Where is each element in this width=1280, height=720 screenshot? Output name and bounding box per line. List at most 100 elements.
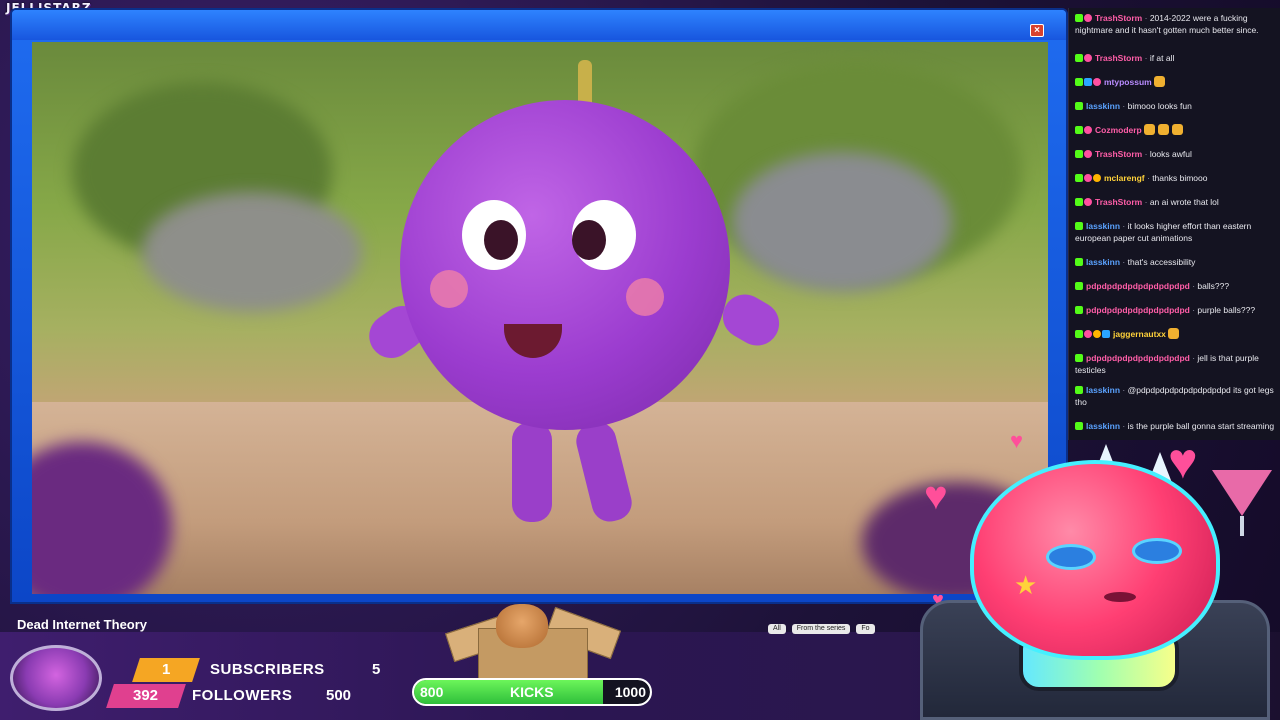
chat-text: looks awful xyxy=(1149,149,1192,159)
chat-username[interactable]: mclarengf xyxy=(1104,173,1145,183)
k-badge-icon xyxy=(1075,126,1083,134)
kicks-goal-bar: 800 KICKS 1000 xyxy=(412,678,652,706)
chat-username[interactable]: TrashStorm xyxy=(1095,13,1142,23)
chat-username[interactable]: lasskinn xyxy=(1086,385,1120,395)
video-title: Dead Internet Theory xyxy=(17,617,148,632)
star-badge-icon xyxy=(1084,14,1092,22)
chat-badges xyxy=(1075,256,1084,268)
chat-message: mclarengf · thanks bimooo xyxy=(1075,172,1277,184)
chat-text: an ai wrote that lol xyxy=(1149,197,1219,207)
chat-username[interactable]: TrashStorm xyxy=(1095,53,1142,63)
chat-text: balls??? xyxy=(1197,281,1230,291)
chat-username[interactable]: TrashStorm xyxy=(1095,149,1142,159)
k-badge-icon xyxy=(1075,102,1083,110)
gold-badge-icon xyxy=(1093,174,1101,182)
chat-message: lasskinn · bimooo looks fun xyxy=(1075,100,1277,112)
rock-shape xyxy=(732,152,952,292)
chat-badges xyxy=(1075,172,1102,184)
chat-message: pdpdpdpdpdpdpdpdpdpd · balls??? xyxy=(1075,280,1277,292)
chat-text: purple balls??? xyxy=(1197,305,1256,315)
chat-badges xyxy=(1075,52,1093,64)
k-badge-icon xyxy=(1075,330,1083,338)
k-badge-icon xyxy=(1075,222,1083,230)
kicks-current: 800 xyxy=(420,684,444,700)
kicks-goal-value: 1000 xyxy=(614,684,646,700)
glass-bowl xyxy=(1212,470,1272,516)
subscribers-goal-value: 5 xyxy=(372,661,381,678)
k-badge-icon xyxy=(1075,174,1083,182)
k-badge-icon xyxy=(1075,150,1083,158)
slime-robot-mascot: ♥ ♥ ♥ ♥ ★ xyxy=(900,430,1280,720)
chat-message: mtypossum xyxy=(1075,76,1277,88)
chat-username[interactable]: pdpdpdpdpdpdpdpdpdpd xyxy=(1086,281,1190,291)
subscribers-count-badge: 1 xyxy=(132,658,200,682)
close-icon[interactable]: × xyxy=(1030,24,1044,37)
k-badge-icon xyxy=(1075,258,1083,266)
slime-character: ★ xyxy=(970,460,1220,660)
chip-all[interactable]: All xyxy=(768,624,786,634)
followers-goal-value: 500 xyxy=(326,687,352,704)
subscribers-goal: 1 SUBSCRIBERS 5 xyxy=(130,658,400,682)
chat-username[interactable]: TrashStorm xyxy=(1095,197,1142,207)
chat-badges xyxy=(1075,384,1084,396)
chat-username[interactable]: mtypossum xyxy=(1104,77,1152,87)
star-badge-icon xyxy=(1093,78,1101,86)
character-cheek xyxy=(430,270,468,308)
character-pupil xyxy=(484,220,518,260)
chat-separator: · xyxy=(1120,385,1128,395)
chat-badges xyxy=(1075,220,1084,232)
chat-badges xyxy=(1075,12,1093,24)
chat-message: Cozmoderp xyxy=(1075,124,1277,136)
followers-goal: 392 FOLLOWERS 500 xyxy=(104,684,404,708)
chip-more[interactable]: Fo xyxy=(856,624,875,634)
star-badge-icon xyxy=(1084,126,1092,134)
k-badge-icon xyxy=(1075,282,1083,290)
kicks-label: KICKS xyxy=(510,684,554,700)
k-badge-icon xyxy=(1075,306,1083,314)
emote-icon xyxy=(1158,124,1170,135)
followers-label: FOLLOWERS xyxy=(192,687,293,704)
chat-separator: · xyxy=(1120,101,1128,111)
chat-separator: · xyxy=(1120,257,1128,267)
star-badge-icon xyxy=(1084,150,1092,158)
chat-badges xyxy=(1075,196,1093,208)
chat-message: pdpdpdpdpdpdpdpdpdpd · jell is that purp… xyxy=(1075,352,1277,376)
chat-message: TrashStorm · an ai wrote that lol xyxy=(1075,196,1277,208)
chat-badges xyxy=(1075,280,1084,292)
rock-shape xyxy=(142,192,362,312)
character-leg xyxy=(512,422,552,522)
star-badge-icon xyxy=(1084,54,1092,62)
chat-message: TrashStorm · 2014-2022 were a fucking ni… xyxy=(1075,12,1277,36)
chat-message: lasskinn · @pdpdpdpdpdpdpdpdpdpd its got… xyxy=(1075,384,1277,408)
stream-overlay: JELLISTARZ × TrashStorm xyxy=(0,0,1280,720)
chat-message: pdpdpdpdpdpdpdpdpdpd · purple balls??? xyxy=(1075,304,1277,316)
chat-separator: · xyxy=(1120,221,1128,231)
purple-ball-character xyxy=(400,100,730,430)
chat-username[interactable]: lasskinn xyxy=(1086,101,1120,111)
chat-text: thanks bimooo xyxy=(1152,173,1208,183)
chat-username[interactable]: pdpdpdpdpdpdpdpdpdpd xyxy=(1086,305,1190,315)
blue-badge-icon xyxy=(1102,330,1110,338)
chat-message: lasskinn · that's accessibility xyxy=(1075,256,1277,268)
chat-username[interactable]: lasskinn xyxy=(1086,221,1120,231)
streamer-avatar xyxy=(10,645,102,711)
chat-badges xyxy=(1075,148,1093,160)
k-badge-icon xyxy=(1075,422,1083,430)
k-badge-icon xyxy=(1075,198,1083,206)
cat-in-box-image xyxy=(445,598,622,684)
followers-count-badge: 392 xyxy=(106,684,186,708)
k-badge-icon xyxy=(1075,386,1083,394)
chat-username[interactable]: lasskinn xyxy=(1086,257,1120,267)
chat-username[interactable]: Cozmoderp xyxy=(1095,125,1142,135)
chat-panel: TrashStorm · 2014-2022 were a fucking ni… xyxy=(1068,8,1280,440)
blue-badge-icon xyxy=(1084,78,1092,86)
chat-username[interactable]: pdpdpdpdpdpdpdpdpdpd xyxy=(1086,353,1190,363)
star-badge-icon xyxy=(1084,174,1092,182)
video-player[interactable] xyxy=(32,42,1048,594)
cat-head xyxy=(496,604,548,648)
chat-username[interactable]: jaggernautxx xyxy=(1113,329,1166,339)
subscribers-count: 1 xyxy=(161,661,171,678)
emote-icon xyxy=(1144,124,1156,135)
chat-badges xyxy=(1075,304,1084,316)
chip-from-series[interactable]: From the series xyxy=(791,624,851,634)
